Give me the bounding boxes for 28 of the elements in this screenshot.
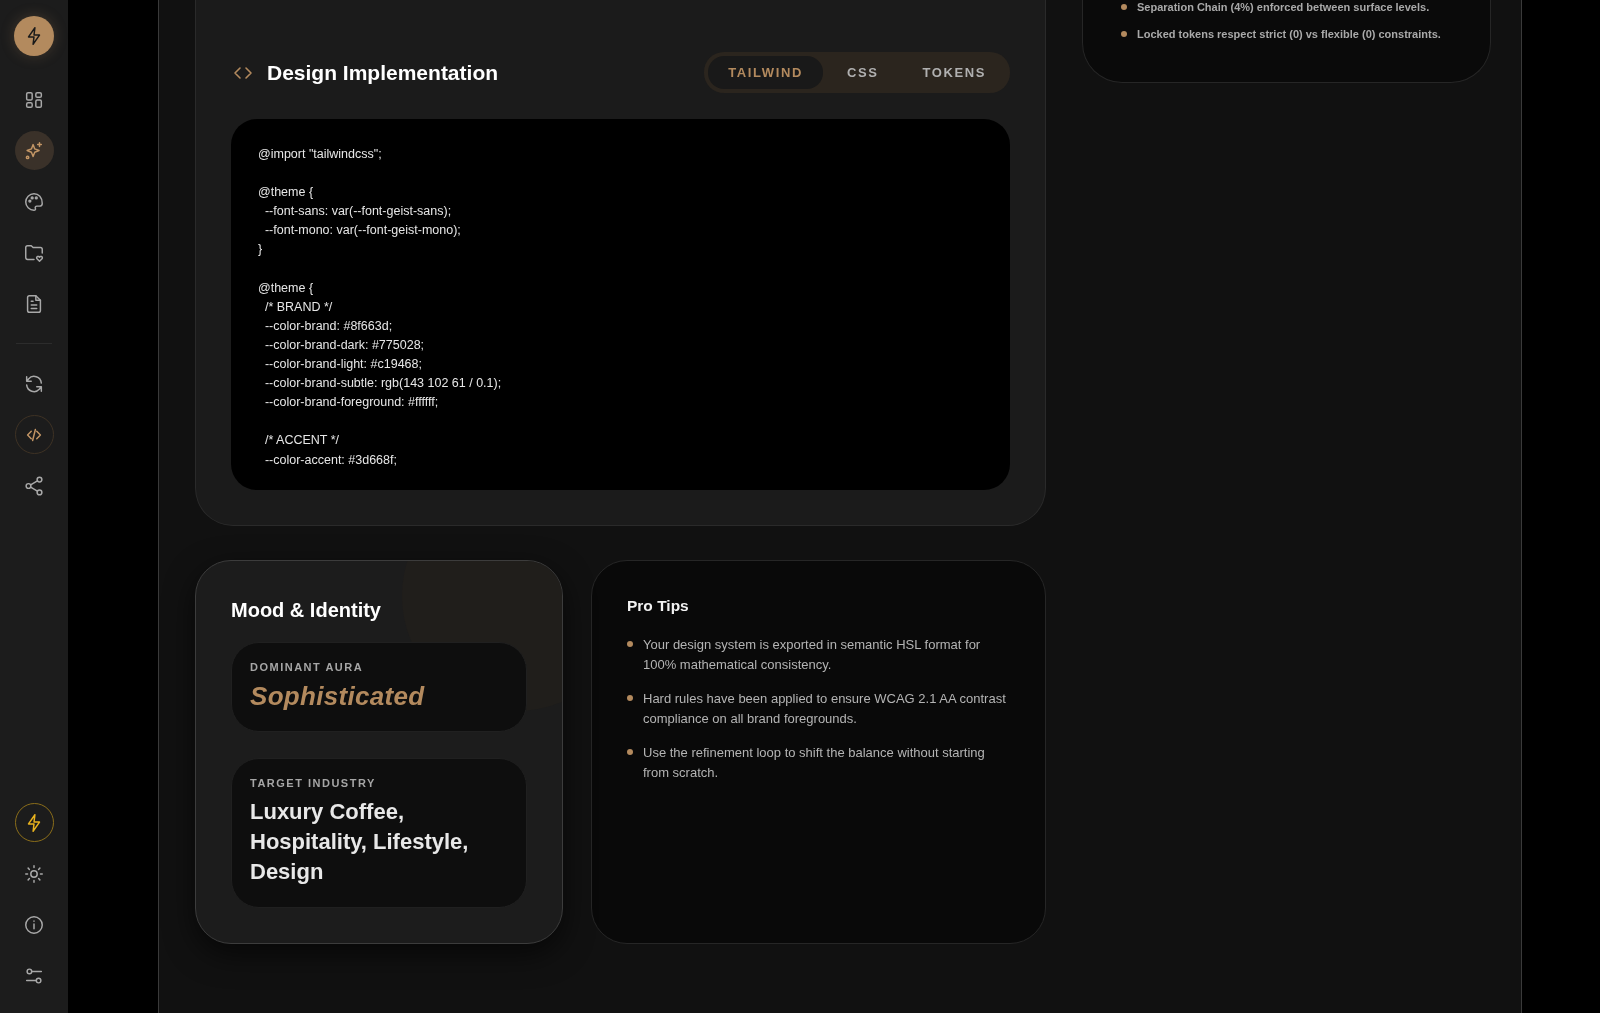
palette-icon: [23, 190, 45, 213]
section-title: Design Implementation: [267, 60, 499, 85]
tab[interactable]: TAILWIND: [708, 56, 823, 89]
code-block: @import "tailwindcss"; @theme { --font-sans: var(--font-geist-sans); --font-mono: var(--font-geist-mono); } @theme { /* BRAND */ --color-brand: #8f663d; --color-brand-dark: #775028; --color-brand-light: #c19468; --color-brand-subtle: rgb(143 102 61 / 0.1); --color-brand-foreground: #ffffff; /* ACCENT */ --color-accent: #3d668f;: [231, 119, 1010, 490]
logo-icon[interactable]: [14, 16, 54, 56]
tip-text: Your design system is exported in semantic HSL format for 100% mathematical consistency.: [643, 635, 982, 675]
bullet-icon: [627, 640, 633, 647]
info-icon: [23, 913, 45, 936]
tip-text: Use the refinement loop to shift the balance without starting from scratch.: [643, 743, 986, 783]
sidebar-button[interactable]: [14, 131, 54, 170]
bullet-icon: [1121, 31, 1127, 37]
card-title: Pro Tips: [627, 596, 690, 615]
card-value: Sophisticated: [250, 680, 426, 711]
tab[interactable]: TOKENS: [902, 56, 1006, 89]
tip-text: Locked tokens respect strict (0) vs flexible (0) constraints.: [1137, 27, 1441, 41]
sun-icon: [23, 862, 45, 885]
tip-text: Hard rules have been applied to ensure WCAG 2.1 AA contrast compliance on all brand foregrounds.: [643, 689, 1007, 729]
card-label: TARGET INDUSTRY: [250, 776, 377, 789]
sparkle-icon: [23, 139, 45, 162]
card-title: Mood & Identity: [231, 598, 382, 622]
card-value: Luxury Coffee, Hospitality, Lifestyle, Design: [250, 797, 470, 886]
tab[interactable]: CSS: [826, 56, 899, 89]
tip-text: Separation Chain (4%) enforced between surface levels.: [1137, 0, 1430, 14]
share-icon: [23, 474, 45, 497]
bullet-icon: [627, 748, 633, 755]
bullet-icon: [1121, 4, 1127, 10]
bullet-icon: [627, 694, 633, 701]
card-label: DOMINANT AURA: [250, 660, 365, 673]
